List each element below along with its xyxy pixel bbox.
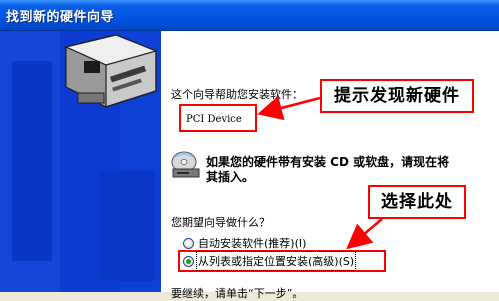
callout-select-here: 选择此处 [368,185,466,219]
option-auto-label[interactable]: 自动安装软件(推荐)(I) [198,235,306,251]
wizard-content: 这个向导帮助您安装软件： PCI Device 如果您的硬件带有安装 CD 或软… [163,31,499,300]
wizard-side-panel [0,31,161,292]
callout-found-hardware: 提示发现新硬件 [320,79,474,113]
device-highlight [179,104,257,132]
window-title: 找到新的硬件向导 [6,10,115,25]
intro-text: 这个向导帮助您安装软件： [171,88,303,101]
question-text: 您期望向导做什么？ [171,216,270,229]
cd-disk-icon [171,151,200,178]
option-auto-install[interactable]: 自动安装软件(推荐)(I) [183,235,306,251]
option-list-label[interactable]: 从列表或指定位置安装(高级)(S) [195,251,357,271]
option-list-install[interactable]: 从列表或指定位置安装(高级)(S) [183,251,357,271]
continue-hint: 要继续，请单击“下一步”。 [171,287,304,300]
cd-prompt-line2: 其插入。 [206,170,255,184]
radio-auto[interactable] [183,237,194,249]
title-bar[interactable]: 找到新的硬件向导 [0,0,499,31]
radio-list[interactable] [183,255,194,267]
hardware-wizard-icon [0,31,161,292]
cd-prompt-line1: 如果您的硬件带有安装 CD 或软盘，请现在将 [206,155,450,169]
cd-prompt: 如果您的硬件带有安装 CD 或软盘，请现在将 其插入。 [206,155,466,185]
